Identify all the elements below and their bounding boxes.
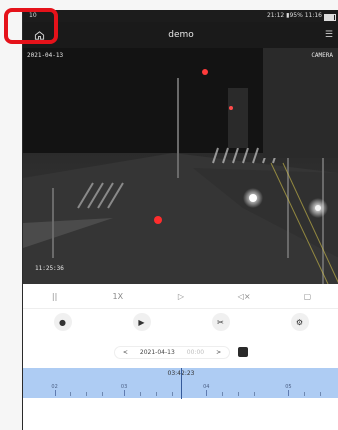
highlight-box xyxy=(4,8,58,44)
speed-button[interactable]: 1X xyxy=(103,292,133,301)
video-frame xyxy=(23,48,338,284)
timeline-tick xyxy=(288,390,290,396)
timeline-tick xyxy=(86,392,88,396)
timeline[interactable]: 03:42:23 02 03 04 05 xyxy=(23,368,338,399)
timeline-tick xyxy=(304,392,306,396)
video-icon: ▶ xyxy=(138,317,145,327)
timeline-tick xyxy=(70,392,72,396)
scissors-icon: ✂ xyxy=(217,317,224,327)
calendar-icon[interactable] xyxy=(238,347,249,357)
timeline-tick xyxy=(206,390,208,396)
date-selector: < 2021-04-13 00:00 > xyxy=(23,343,338,361)
timeline-tick xyxy=(102,392,103,396)
menu-button[interactable]: ☰ xyxy=(325,22,333,48)
fullscreen-button[interactable]: ▢ xyxy=(292,292,322,301)
snapshot-button[interactable]: ● xyxy=(53,313,72,331)
time-placeholder[interactable]: 00:00 xyxy=(187,349,204,356)
prev-date-button[interactable]: < xyxy=(123,349,128,356)
timeline-tick xyxy=(124,390,126,396)
video-timestamp-top: 2021-04-13 xyxy=(27,52,64,59)
status-text: 21:12 ▮95% 11:16 xyxy=(266,12,322,19)
timeline-tick xyxy=(237,392,239,396)
pause-button[interactable]: || xyxy=(40,292,70,301)
date-value[interactable]: 2021-04-13 xyxy=(140,349,175,356)
volume-button[interactable]: ◁× xyxy=(229,292,259,301)
status-right: 21:12 ▮95% 11:16 xyxy=(267,10,336,22)
app-window: 10 21:12 ▮95% 11:16 demo ☰ 2021-04-13 CA… xyxy=(22,10,338,430)
date-pill: < 2021-04-13 00:00 > xyxy=(113,345,231,359)
play-button[interactable]: ▷ xyxy=(166,292,196,301)
record-button[interactable]: ▶ xyxy=(132,313,151,331)
gear-icon: ⚙ xyxy=(295,317,304,327)
timeline-tick xyxy=(54,390,56,396)
status-bar: 10 21:12 ▮95% 11:16 xyxy=(23,10,338,22)
video-player[interactable]: 2021-04-13 CAMERA 11:25:36 xyxy=(23,48,338,284)
timeline-tick xyxy=(155,392,157,396)
app-bar: demo ☰ xyxy=(23,22,338,48)
timeline-tick xyxy=(222,392,224,396)
timeline-tick xyxy=(171,392,173,396)
player-controls: || 1X ▷ ◁× ▢ xyxy=(23,284,338,309)
page-title: demo xyxy=(168,30,194,40)
timeline-tick xyxy=(253,392,255,396)
cut-button[interactable]: ✂ xyxy=(211,313,230,331)
action-buttons: ● ▶ ✂ ⚙ xyxy=(23,308,338,336)
timeline-tick xyxy=(320,392,322,396)
battery-icon xyxy=(324,13,336,21)
video-timestamp-bottom: 11:25:36 xyxy=(35,265,64,272)
timeline-ticks: 02 03 04 05 xyxy=(23,384,338,396)
next-date-button[interactable]: > xyxy=(216,349,221,356)
video-camera-label: CAMERA xyxy=(311,52,333,59)
timeline-tick xyxy=(139,392,141,396)
camera-icon: ● xyxy=(59,317,66,327)
settings-button[interactable]: ⚙ xyxy=(290,313,309,331)
